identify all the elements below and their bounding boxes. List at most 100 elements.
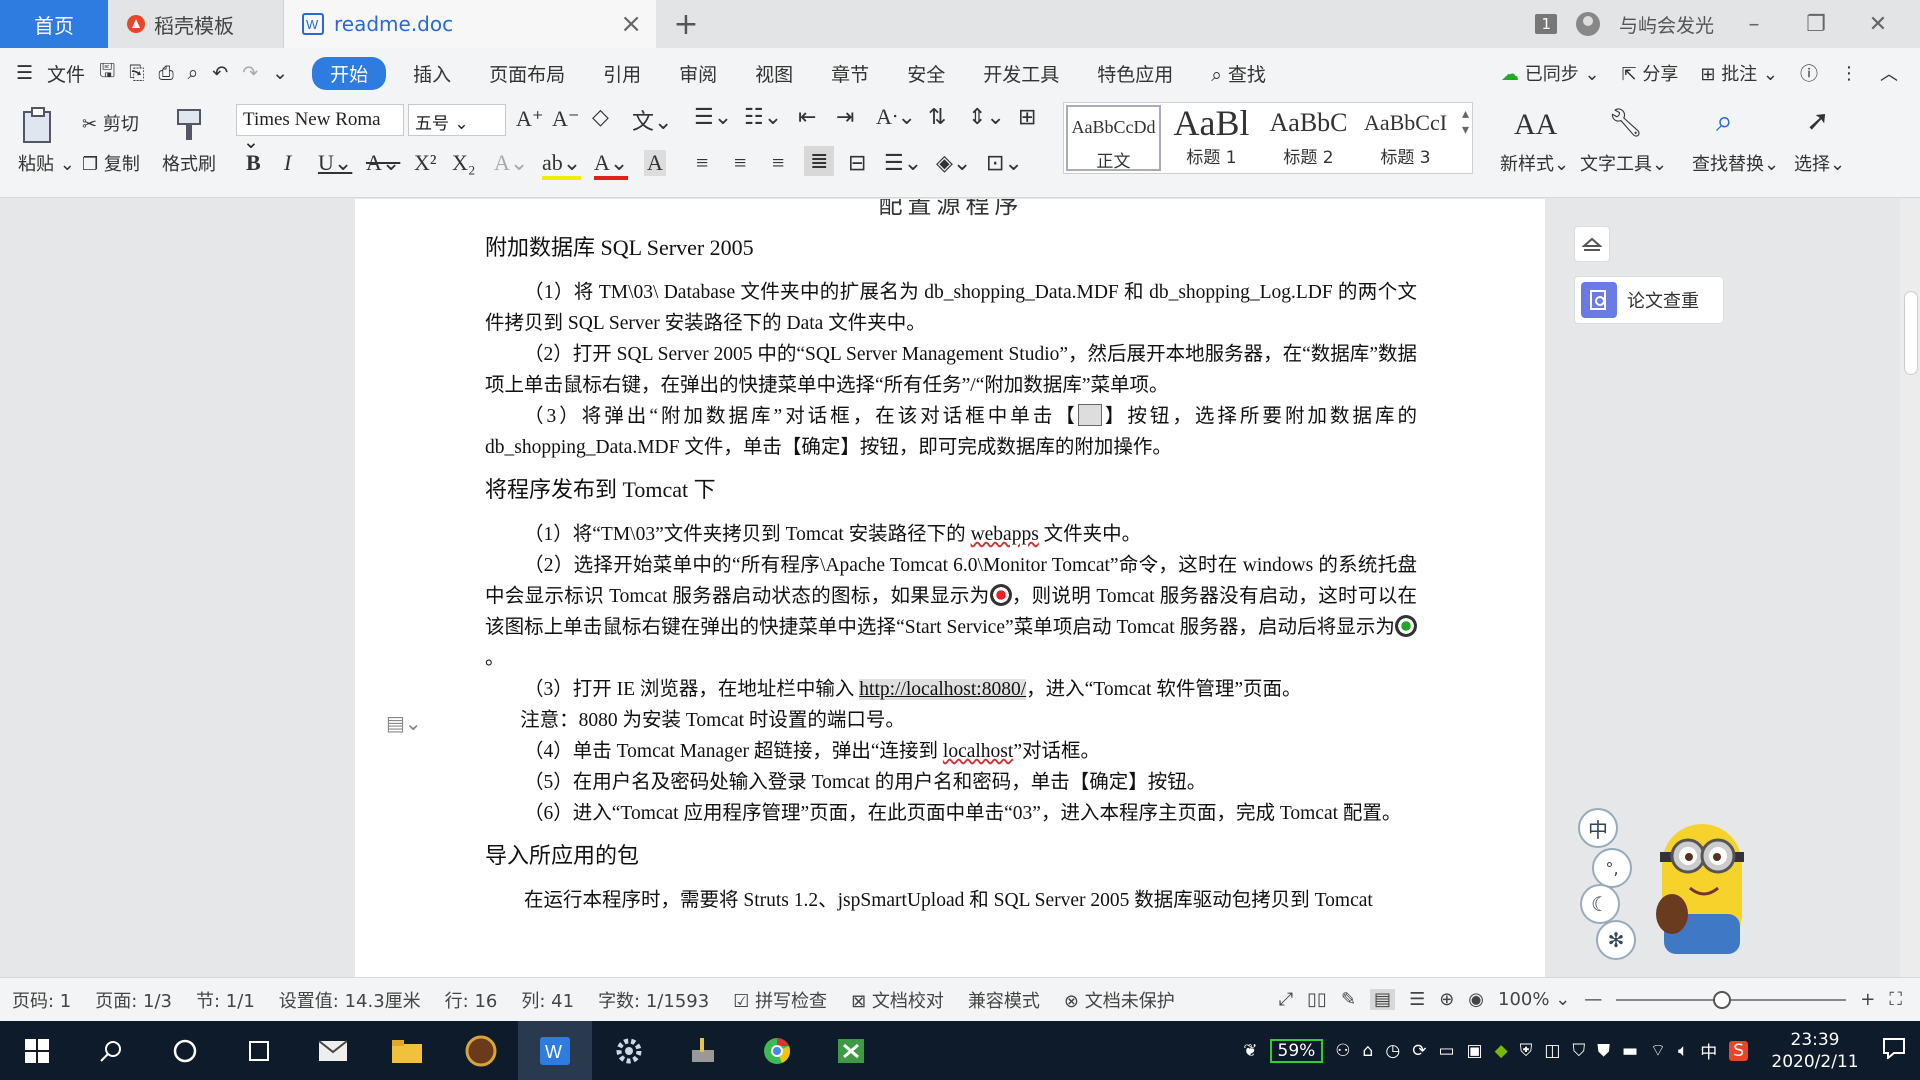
more-icon[interactable]: ⋮	[1840, 63, 1858, 84]
status-row[interactable]: 行: 16	[433, 987, 510, 1013]
format-painter-button[interactable]: 格式刷	[162, 150, 216, 176]
localhost-link[interactable]: http://localhost:8080/	[859, 679, 1027, 700]
spell-check-button[interactable]: ☑ 拼写检查	[721, 987, 839, 1013]
line-spacing-icon[interactable]: ⇕⌄	[968, 104, 1005, 130]
redo-icon[interactable]: ↷	[242, 62, 258, 84]
style-heading-1[interactable]: AaBl 标题 1	[1163, 103, 1260, 173]
shield-tray-icon[interactable]: ⛉	[1572, 1041, 1585, 1061]
font-color-icon[interactable]: A⌄	[594, 150, 629, 180]
task-view-icon[interactable]	[222, 1021, 296, 1080]
paste-button[interactable]: 粘贴 ⌄	[18, 150, 75, 176]
highlight-icon[interactable]: ab⌄	[542, 150, 582, 180]
cut-button[interactable]: ✂ 剪切	[82, 110, 139, 136]
format-painter-icon[interactable]	[172, 106, 206, 149]
save-icon[interactable]: 🖫	[99, 57, 115, 89]
window-count-badge[interactable]: 1	[1535, 14, 1557, 34]
web-view-icon[interactable]: ⊕	[1439, 989, 1454, 1010]
status-page-num[interactable]: 页码: 1	[0, 987, 83, 1013]
leaf-tray-icon[interactable]: ❦	[1243, 1041, 1257, 1061]
outline-view-icon[interactable]: ☰	[1409, 989, 1425, 1010]
menu-developer[interactable]: 开发工具	[964, 60, 1078, 87]
text-tool-button[interactable]: 文字工具⌄	[1580, 150, 1667, 176]
side-panel-toggle-icon[interactable]	[1574, 226, 1610, 262]
tab-document[interactable]: W readme.doc ×	[284, 0, 656, 48]
settings-icon[interactable]	[592, 1021, 666, 1080]
justify-icon[interactable]: ≣	[804, 146, 835, 176]
grow-font-icon[interactable]: A⁺	[516, 106, 544, 132]
table-grid-icon[interactable]: ⊞	[1018, 104, 1036, 130]
zoom-out-icon[interactable]: —	[1584, 989, 1602, 1010]
defender-tray-icon[interactable]: ⛊	[1597, 1041, 1610, 1061]
comment-button[interactable]: ⊞ 批注 ⌄	[1700, 60, 1778, 86]
close-tab-icon[interactable]: ×	[620, 9, 642, 39]
document-page[interactable]: 配置源程序 附加数据库 SQL Server 2005 （1）将 TM\03\ …	[355, 199, 1545, 977]
status-setting[interactable]: 设置值: 14.3厘米	[267, 987, 433, 1013]
style-scroll-icon[interactable]: ▴ ▾	[1462, 106, 1469, 138]
user-name[interactable]: 与屿会发光	[1619, 11, 1714, 38]
paste-icon[interactable]	[20, 106, 56, 151]
search-icon[interactable]	[74, 1021, 148, 1080]
fit-page-icon[interactable]: ⛶	[1889, 989, 1902, 1010]
sync-tray-icon[interactable]: ⟳	[1412, 1041, 1426, 1061]
display-tray-icon[interactable]: ▭	[1438, 1041, 1454, 1061]
spreadsheet-app-icon[interactable]	[814, 1021, 888, 1080]
fullscreen-icon[interactable]: ⤢	[1279, 989, 1293, 1010]
text-direction-icon[interactable]: Aᐧ⌄	[876, 104, 916, 130]
usb-tray-icon[interactable]: ⌂	[1363, 1041, 1374, 1061]
new-style-button[interactable]: 新样式⌄	[1500, 150, 1569, 176]
eye-care-icon[interactable]: ◉	[1468, 989, 1484, 1010]
status-section[interactable]: 节: 1/1	[184, 987, 267, 1013]
hamburger-icon[interactable]: ☰	[16, 62, 33, 84]
close-window-icon[interactable]: ✕	[1856, 12, 1900, 37]
tab-home[interactable]: 首页	[0, 0, 108, 48]
new-style-icon[interactable]: AA	[1514, 108, 1557, 142]
ime-indicator[interactable]: 中	[1700, 1038, 1717, 1063]
outdent-icon[interactable]: ⇤	[798, 104, 816, 130]
align-right-icon[interactable]: ≡	[772, 150, 784, 176]
tools-app-icon[interactable]	[666, 1021, 740, 1080]
app-tray-icon[interactable]: ▣	[1467, 1041, 1483, 1061]
paragraph-spacing-icon[interactable]: ☰⌄	[884, 150, 922, 176]
proofread-button[interactable]: ⊠ 文档校对	[839, 987, 956, 1013]
reading-mode-icon[interactable]: ▯▯	[1307, 989, 1327, 1010]
volume-icon[interactable]: 🔈︎	[1678, 1041, 1688, 1061]
scrollbar-thumb[interactable]	[1904, 291, 1918, 375]
style-heading-2[interactable]: AaBbC 标题 2	[1260, 103, 1357, 173]
file-menu[interactable]: 文件	[47, 60, 85, 87]
style-heading-3[interactable]: AaBbCcI 标题 3	[1357, 103, 1454, 173]
preview-icon[interactable]: ⌕	[188, 62, 199, 84]
find-icon[interactable]: ⌕	[1716, 104, 1733, 139]
shrink-font-icon[interactable]: A⁻	[552, 106, 580, 132]
moon-icon[interactable]: ☾	[1580, 884, 1620, 924]
shading-icon[interactable]: ◈⌄	[936, 150, 971, 176]
help-icon[interactable]: ⓘ	[1800, 60, 1818, 86]
system-clock[interactable]: 23:39 2020/2/11	[1760, 1029, 1870, 1073]
superscript-icon[interactable]: X²	[414, 150, 436, 176]
mail-app-icon[interactable]	[296, 1021, 370, 1080]
print-icon[interactable]: ⎙	[158, 62, 173, 84]
font-size-select[interactable]: 五号 ⌄	[408, 104, 506, 136]
status-page[interactable]: 页面: 1/3	[83, 987, 184, 1013]
menu-references[interactable]: 引用	[584, 60, 660, 87]
align-left-icon[interactable]: ≡	[696, 150, 708, 176]
compat-mode[interactable]: 兼容模式	[956, 987, 1052, 1013]
export-icon[interactable]: ⎘	[129, 62, 144, 84]
nvidia-tray-icon[interactable]: ◆	[1495, 1041, 1508, 1061]
ime-mode-button[interactable]: 中	[1578, 808, 1618, 848]
align-center-icon[interactable]: ≡	[734, 150, 746, 176]
clock-tray-icon[interactable]: ◷	[1385, 1041, 1400, 1061]
italic-icon[interactable]: I	[284, 150, 291, 176]
share-button[interactable]: ⇱ 分享	[1622, 60, 1679, 86]
sync-status[interactable]: ☁ 已同步 ⌄	[1501, 60, 1600, 86]
ime-punct-icon[interactable]: °,	[1592, 848, 1632, 888]
menu-search[interactable]: ⌕ 查找	[1192, 60, 1285, 87]
media-tray-icon[interactable]: ◫	[1544, 1041, 1560, 1061]
butterfly-icon[interactable]: ✻	[1596, 920, 1636, 960]
style-normal[interactable]: AaBbCcDd 正文	[1066, 105, 1161, 172]
menu-insert[interactable]: 插入	[394, 60, 470, 87]
document-body[interactable]: 配置源程序 附加数据库 SQL Server 2005 （1）将 TM\03\ …	[485, 199, 1417, 916]
bold-icon[interactable]: B	[246, 150, 261, 176]
select-button[interactable]: 选择⌄	[1794, 150, 1845, 176]
sort-icon[interactable]: ⇅	[928, 104, 946, 130]
chrome-icon[interactable]	[740, 1021, 814, 1080]
